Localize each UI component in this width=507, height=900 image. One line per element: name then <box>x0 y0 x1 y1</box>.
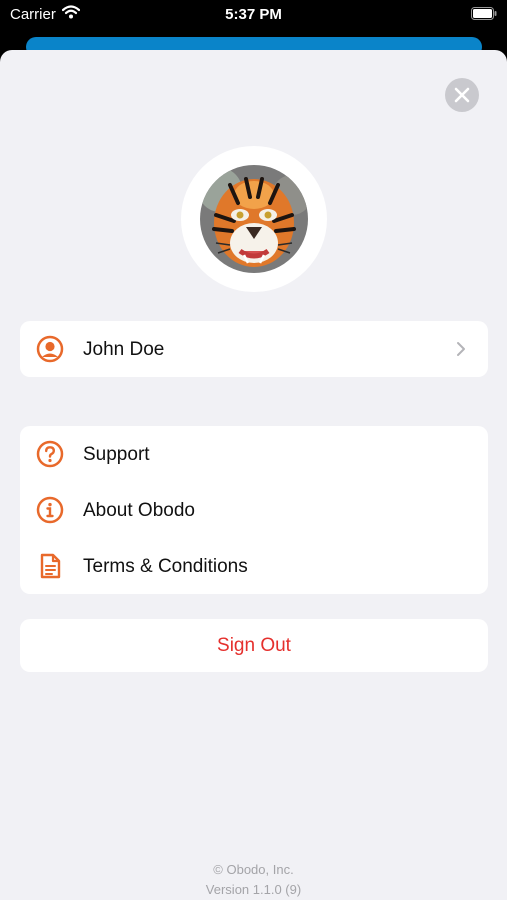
avatar[interactable] <box>200 165 308 273</box>
sign-out-label: Sign Out <box>217 635 291 656</box>
footer-copyright: © Obodo, Inc. <box>213 862 294 877</box>
menu-item-terms[interactable]: Terms & Conditions <box>20 538 488 594</box>
info-circle-icon <box>36 496 64 524</box>
status-bar: Carrier 5:37 PM <box>0 0 507 30</box>
profile-row[interactable]: John Doe <box>20 321 488 377</box>
user-circle-icon <box>36 335 64 363</box>
menu-item-label: About Obodo <box>83 500 195 521</box>
question-circle-icon <box>36 440 64 468</box>
battery-icon <box>471 7 497 20</box>
document-icon <box>40 553 61 579</box>
menu-item-label: Terms & Conditions <box>83 556 248 577</box>
tiger-avatar-image <box>200 165 308 273</box>
menu-card: Support About Obodo Terms & Conditions <box>20 426 488 594</box>
status-time: 5:37 PM <box>225 6 282 23</box>
close-button[interactable] <box>445 78 479 112</box>
profile-name: John Doe <box>83 339 165 360</box>
profile-row-content[interactable]: John Doe <box>20 321 488 377</box>
close-icon <box>454 87 470 103</box>
menu-item-label: Support <box>83 444 150 465</box>
sign-out-button[interactable]: Sign Out <box>20 619 488 672</box>
footer-version: Version 1.1.0 (9) <box>205 882 302 897</box>
menu-item-support[interactable]: Support <box>20 426 488 482</box>
menu-item-about[interactable]: About Obodo <box>20 482 488 538</box>
avatar-ring <box>181 146 327 292</box>
chevron-right-icon <box>457 342 465 356</box>
